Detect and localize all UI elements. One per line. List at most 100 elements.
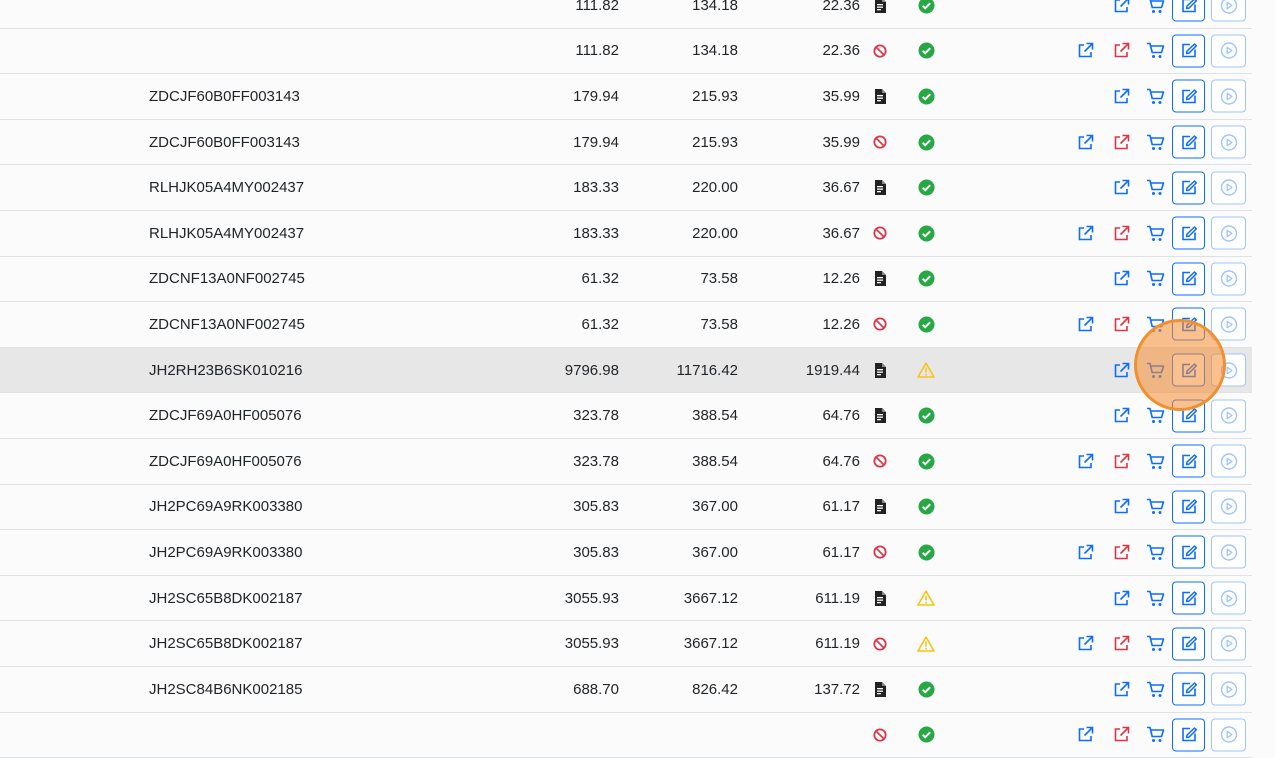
play-button[interactable] (1211, 171, 1246, 204)
external-link-icon[interactable] (1112, 0, 1130, 14)
table-row[interactable]: RLHJK05A4MY002437 183.33 220.00 36.67 (0, 165, 1252, 211)
external-link-red-icon[interactable] (1112, 315, 1130, 333)
open-link-icon[interactable] (1076, 133, 1094, 151)
external-link-icon[interactable] (1112, 498, 1130, 516)
open-link-icon[interactable] (1076, 42, 1094, 60)
ban-icon[interactable] (873, 120, 887, 165)
table-row[interactable]: 111.82 134.18 22.36 (0, 0, 1252, 29)
external-link-icon[interactable] (1112, 589, 1130, 607)
play-button[interactable] (1211, 217, 1246, 250)
cart-icon[interactable] (1144, 223, 1166, 243)
table-row[interactable]: ZDCNF13A0NF002745 61.32 73.58 12.26 (0, 302, 1252, 348)
edit-button[interactable] (1172, 126, 1205, 159)
table-row[interactable]: 111.82 134.18 22.36 (0, 29, 1252, 75)
document-icon[interactable] (873, 165, 887, 210)
edit-button[interactable] (1172, 490, 1205, 523)
document-icon[interactable] (873, 393, 887, 438)
play-button[interactable] (1211, 445, 1246, 478)
external-link-icon[interactable] (1112, 407, 1130, 425)
cart-icon[interactable] (1144, 679, 1166, 699)
play-button[interactable] (1211, 80, 1246, 113)
ban-icon[interactable] (873, 621, 887, 666)
cart-icon[interactable] (1144, 314, 1166, 334)
external-link-red-icon[interactable] (1112, 133, 1130, 151)
cart-icon[interactable] (1144, 588, 1166, 608)
table-row[interactable]: JH2SC84B6NK002185 688.70 826.42 137.72 (0, 667, 1252, 713)
external-link-icon[interactable] (1112, 179, 1130, 197)
cart-icon[interactable] (1144, 634, 1166, 654)
external-link-icon[interactable] (1112, 270, 1130, 288)
document-icon[interactable] (873, 348, 887, 393)
play-button[interactable] (1211, 718, 1246, 751)
edit-button[interactable] (1172, 627, 1205, 660)
cart-icon[interactable] (1144, 86, 1166, 106)
external-link-red-icon[interactable] (1112, 726, 1130, 744)
cart-icon[interactable] (1144, 406, 1166, 426)
play-button[interactable] (1211, 262, 1246, 295)
play-button[interactable] (1211, 34, 1246, 67)
play-button[interactable] (1211, 673, 1246, 706)
external-link-icon[interactable] (1112, 361, 1130, 379)
cart-icon[interactable] (1144, 725, 1166, 745)
table-row[interactable]: ZDCJF60B0FF003143 179.94 215.93 35.99 (0, 120, 1252, 166)
ban-icon[interactable] (873, 713, 887, 758)
play-button[interactable] (1211, 536, 1246, 569)
cart-icon[interactable] (1144, 497, 1166, 517)
document-icon[interactable] (873, 74, 887, 119)
table-row[interactable]: ZDCJF69A0HF005076 323.78 388.54 64.76 (0, 393, 1252, 439)
play-button[interactable] (1211, 354, 1246, 387)
edit-button[interactable] (1172, 354, 1205, 387)
table-row[interactable]: ZDCNF13A0NF002745 61.32 73.58 12.26 (0, 257, 1252, 303)
cart-icon[interactable] (1144, 178, 1166, 198)
edit-button[interactable] (1172, 308, 1205, 341)
ban-icon[interactable] (873, 29, 887, 74)
edit-button[interactable] (1172, 262, 1205, 295)
edit-button[interactable] (1172, 536, 1205, 569)
edit-button[interactable] (1172, 34, 1205, 67)
edit-button[interactable] (1172, 217, 1205, 250)
table-row[interactable]: JH2PC69A9RK003380 305.83 367.00 61.17 (0, 485, 1252, 531)
document-icon[interactable] (873, 0, 887, 28)
cart-icon[interactable] (1144, 132, 1166, 152)
edit-button[interactable] (1172, 0, 1205, 22)
external-link-red-icon[interactable] (1112, 635, 1130, 653)
edit-button[interactable] (1172, 673, 1205, 706)
table-row[interactable]: JH2PC69A9RK003380 305.83 367.00 61.17 (0, 530, 1252, 576)
play-button[interactable] (1211, 0, 1246, 22)
play-button[interactable] (1211, 582, 1246, 615)
edit-button[interactable] (1172, 80, 1205, 113)
edit-button[interactable] (1172, 718, 1205, 751)
table-row[interactable]: JH2SC65B8DK002187 3055.93 3667.12 611.19 (0, 576, 1252, 622)
edit-button[interactable] (1172, 582, 1205, 615)
play-button[interactable] (1211, 126, 1246, 159)
table-row[interactable]: JH2SC65B8DK002187 3055.93 3667.12 611.19 (0, 621, 1252, 667)
ban-icon[interactable] (873, 211, 887, 256)
open-link-icon[interactable] (1076, 452, 1094, 470)
open-link-icon[interactable] (1076, 224, 1094, 242)
play-button[interactable] (1211, 490, 1246, 523)
ban-icon[interactable] (873, 302, 887, 347)
table-row[interactable] (0, 713, 1252, 758)
ban-icon[interactable] (873, 439, 887, 484)
table-row[interactable]: RLHJK05A4MY002437 183.33 220.00 36.67 (0, 211, 1252, 257)
cart-icon[interactable] (1144, 542, 1166, 562)
cart-icon[interactable] (1144, 269, 1166, 289)
document-icon[interactable] (873, 257, 887, 302)
external-link-red-icon[interactable] (1112, 42, 1130, 60)
table-row[interactable]: JH2RH23B6SK010216 9796.98 11716.42 1919.… (0, 348, 1252, 394)
external-link-red-icon[interactable] (1112, 452, 1130, 470)
edit-button[interactable] (1172, 445, 1205, 478)
external-link-icon[interactable] (1112, 87, 1130, 105)
external-link-icon[interactable] (1112, 680, 1130, 698)
cart-icon[interactable] (1144, 451, 1166, 471)
ban-icon[interactable] (873, 530, 887, 575)
cart-icon[interactable] (1144, 41, 1166, 61)
document-icon[interactable] (873, 667, 887, 712)
document-icon[interactable] (873, 485, 887, 530)
document-icon[interactable] (873, 576, 887, 621)
open-link-icon[interactable] (1076, 315, 1094, 333)
table-row[interactable]: ZDCJF69A0HF005076 323.78 388.54 64.76 (0, 439, 1252, 485)
play-button[interactable] (1211, 399, 1246, 432)
external-link-red-icon[interactable] (1112, 543, 1130, 561)
play-button[interactable] (1211, 308, 1246, 341)
